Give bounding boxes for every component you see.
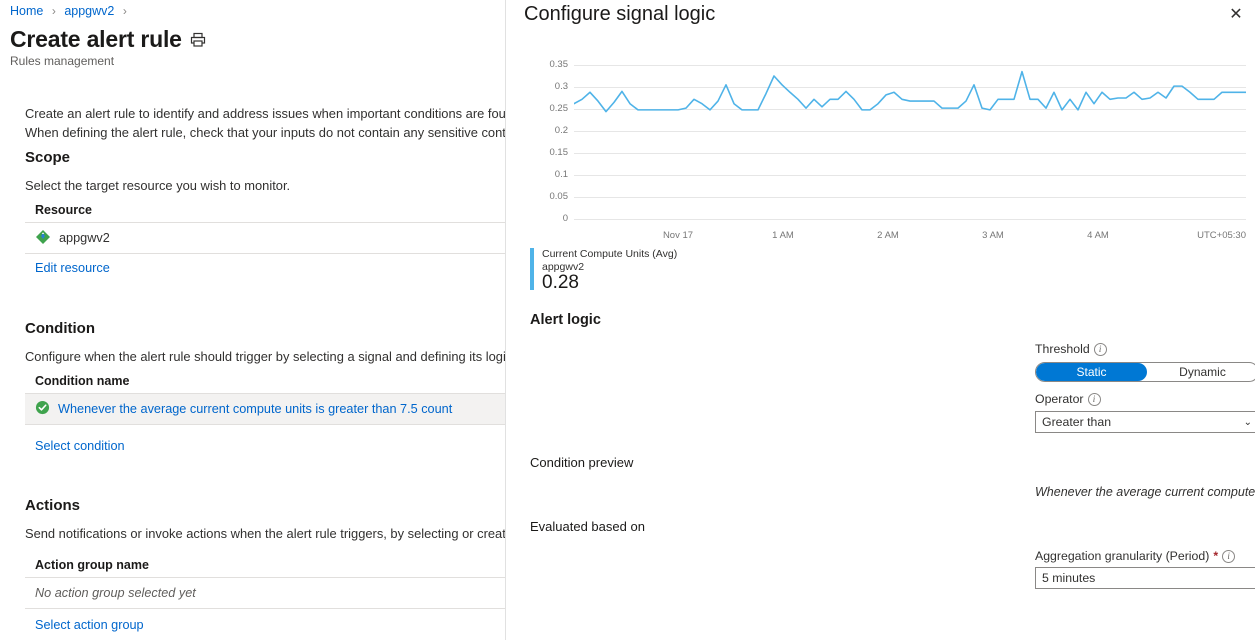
action-group-empty-text: No action group selected yet — [35, 586, 196, 600]
y-axis-tick: 0.25 — [549, 103, 569, 114]
condition-heading: Condition — [25, 320, 95, 337]
actions-heading: Actions — [25, 497, 81, 514]
scope-heading: Scope — [25, 149, 71, 166]
legend-color-swatch — [530, 248, 534, 290]
condition-column-header: Condition name — [35, 374, 130, 388]
info-icon[interactable]: i — [1087, 392, 1101, 406]
threshold-option-static[interactable]: Static — [1036, 363, 1147, 381]
close-icon[interactable]: ✕ — [1225, 4, 1247, 26]
breadcrumb: Home › appgwv2 › — [10, 3, 132, 19]
scope-resource-row[interactable]: appgwv2 — [25, 223, 506, 253]
intro-line-1: Create an alert rule to identify and add… — [25, 106, 506, 121]
y-axis-tick: 0.2 — [554, 125, 568, 136]
condition-preview-text: Whenever the average current compute uni… — [1035, 485, 1255, 499]
actions-description: Send notifications or invoke actions whe… — [25, 526, 506, 541]
aggregation-granularity-select[interactable]: 5 minutes ⌄ — [1035, 567, 1255, 589]
application-gateway-icon — [35, 229, 51, 248]
check-circle-icon — [35, 400, 50, 418]
chevron-down-icon: ⌄ — [1243, 416, 1252, 428]
y-axis-tick: 0.3 — [554, 81, 568, 92]
threshold-label-text: Threshold — [1035, 342, 1090, 356]
x-axis-tick: 3 AM — [982, 230, 1004, 241]
evaluated-based-on-heading: Evaluated based on — [530, 519, 645, 534]
breadcrumb-item-home[interactable]: Home — [10, 4, 43, 18]
aggregation-granularity-label: Aggregation granularity (Period) * i — [1035, 549, 1236, 563]
required-indicator: * — [1213, 549, 1219, 563]
scope-resource-name: appgwv2 — [59, 231, 110, 245]
legend-current-value: 0.28 — [542, 272, 579, 293]
y-axis-tick: 0.05 — [549, 191, 569, 202]
breadcrumb-separator-icon: › — [51, 4, 56, 18]
page-subtitle: Rules management — [10, 54, 115, 68]
condition-name[interactable]: Whenever the average current compute uni… — [58, 402, 452, 416]
x-axis-tick: 2 AM — [877, 230, 899, 241]
condition-row[interactable]: Whenever the average current compute uni… — [25, 394, 506, 424]
actions-table-bottom-rule — [25, 608, 506, 609]
operator-label-text: Operator — [1035, 392, 1084, 406]
actions-column-header: Action group name — [35, 558, 149, 572]
intro-paragraph: Create an alert rule to identify and add… — [25, 104, 506, 142]
operator-label: Operator i — [1035, 392, 1101, 406]
page-title: Create alert rule — [10, 26, 182, 52]
condition-description: Configure when the alert rule should tri… — [25, 349, 506, 364]
threshold-label: Threshold i — [1035, 342, 1107, 356]
info-icon[interactable]: i — [1222, 549, 1236, 563]
legend-series-name: Current Compute Units (Avg) — [542, 248, 678, 260]
condition-preview-heading: Condition preview — [530, 455, 634, 470]
aggregation-granularity-label-text: Aggregation granularity (Period) — [1035, 549, 1210, 563]
scope-description: Select the target resource you wish to m… — [25, 178, 291, 193]
x-axis-tick: Nov 17 — [662, 230, 694, 241]
alert-logic-heading: Alert logic — [530, 312, 601, 328]
metric-chart: 0.35 0.3 0.25 0.2 0.15 0.1 0.05 0 Nov 17… — [530, 55, 1246, 241]
operator-value: Greater than — [1042, 415, 1112, 429]
select-condition-link[interactable]: Select condition — [35, 439, 125, 453]
intro-line-2: When defining the alert rule, check that… — [25, 125, 506, 140]
create-alert-rule-panel: Home › appgwv2 › Create alert rule Rules… — [0, 0, 506, 640]
action-group-empty-row: No action group selected yet — [25, 578, 506, 608]
blade-title: Configure signal logic — [524, 3, 716, 25]
threshold-option-dynamic[interactable]: Dynamic — [1147, 363, 1255, 381]
series-line-current-compute-units — [574, 70, 1246, 113]
configure-signal-logic-blade: Configure signal logic ✕ 0.35 0.3 0.25 0… — [506, 0, 1255, 640]
breadcrumb-item-appgwv2[interactable]: appgwv2 — [64, 4, 114, 18]
operator-select[interactable]: Greater than ⌄ — [1035, 411, 1255, 433]
y-axis-tick: 0.15 — [549, 147, 569, 158]
chart-timezone-label: UTC+05:30 — [1197, 230, 1246, 241]
y-axis-tick: 0 — [562, 213, 568, 224]
threshold-type-toggle[interactable]: Static Dynamic — [1035, 362, 1255, 382]
scope-table-bottom-rule — [25, 253, 506, 254]
condition-table-bottom-rule — [25, 424, 506, 425]
scope-column-header: Resource — [35, 203, 92, 217]
x-axis-tick: 1 AM — [772, 230, 794, 241]
x-axis-tick: 4 AM — [1087, 230, 1109, 241]
chart-plot-area — [574, 70, 1246, 113]
info-icon[interactable]: i — [1093, 342, 1107, 356]
y-axis-tick: 0.1 — [554, 169, 568, 180]
select-action-group-link[interactable]: Select action group — [35, 618, 144, 632]
printer-icon[interactable] — [188, 30, 208, 50]
edit-resource-link[interactable]: Edit resource — [35, 261, 110, 275]
aggregation-granularity-value: 5 minutes — [1042, 571, 1096, 585]
breadcrumb-separator-icon-2: › — [122, 4, 127, 18]
y-axis-tick: 0.35 — [549, 59, 569, 70]
